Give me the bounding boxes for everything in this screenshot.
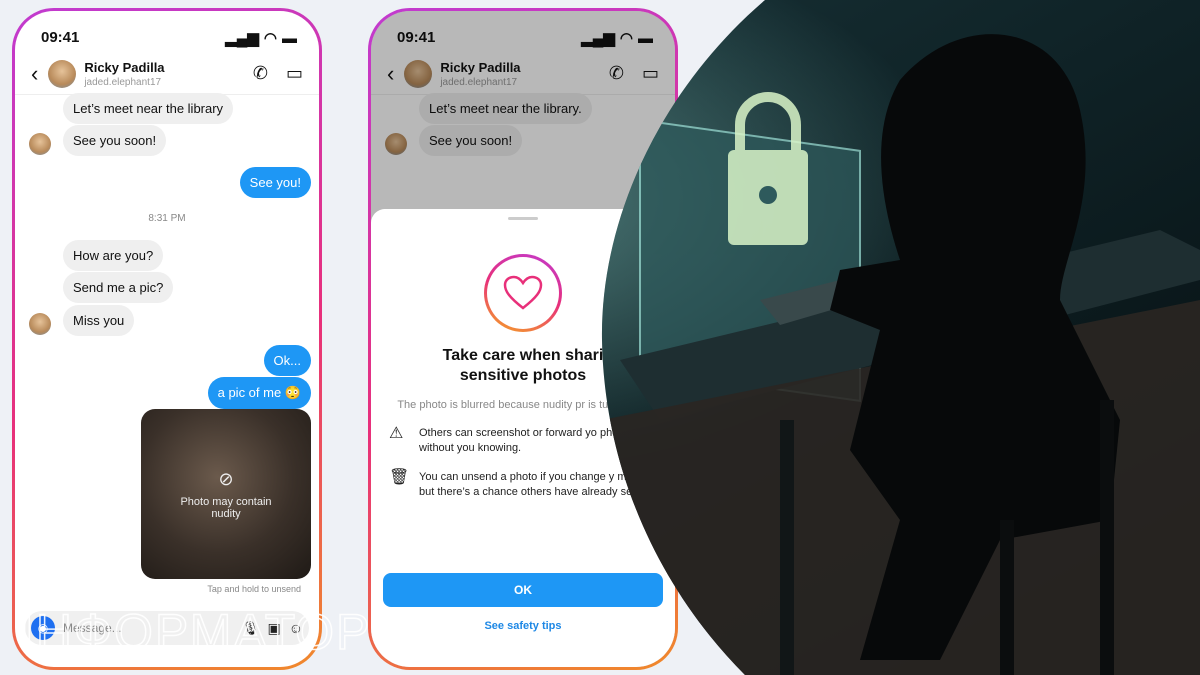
trash-icon: 🗑 — [389, 469, 410, 486]
warning-item: 🗑 You can unsend a photo if you change y … — [389, 469, 657, 499]
message-in: Send me a pic? — [63, 272, 174, 303]
safety-tips-link[interactable]: See safety tips — [371, 620, 675, 632]
warning-item: ⚠ Others can screenshot or forward yo pho… — [389, 425, 633, 455]
message-in: Miss you — [63, 305, 135, 336]
wifi-icon: ◠ — [263, 30, 277, 47]
message-in: How are you? — [63, 240, 164, 271]
contact-handle: jaded.elephant17 — [84, 76, 162, 88]
signal-icon: ▂▄▆ — [225, 30, 259, 47]
message-in: Let’s meet near the library — [63, 93, 234, 124]
unsend-hint: Tap and hold to unsend — [207, 584, 301, 594]
sheet-title: Take care when shari sensitive photos — [442, 347, 604, 384]
message-in: See you soon! — [63, 125, 167, 156]
message-out: a pic of me 😳 — [207, 377, 311, 409]
status-time: 09:41 — [41, 29, 80, 46]
phone-call-icon[interactable]: ✆ — [253, 63, 268, 84]
photo-warning-label: Photo may contain nudity — [180, 495, 272, 520]
back-icon[interactable]: ‹ — [31, 61, 38, 87]
avatar — [29, 133, 51, 155]
warning-icon: ⚠ — [389, 425, 404, 442]
message-out: Ok... — [263, 345, 311, 376]
chat-header: ‹ Ricky Padilla jaded.elephant17 ✆ ▭ — [15, 53, 319, 95]
eye-off-icon: ⊘ — [218, 468, 234, 489]
timestamp: 8:31 PM — [148, 213, 186, 224]
safety-bottom-sheet: Take care when shari sensitive photos The… — [371, 209, 675, 667]
status-bar: 09:41 ▂▄▆ ◠ ▬ — [41, 29, 297, 47]
blurred-photo[interactable]: ⊘ Photo may contain nudity — [141, 409, 311, 579]
avatar — [29, 313, 51, 335]
ok-button[interactable]: OK — [383, 573, 663, 607]
message-out: See you! — [239, 167, 311, 198]
contact-name[interactable]: Ricky Padilla — [84, 60, 164, 75]
heart-icon — [484, 254, 562, 332]
watermark-logo: ІНФОРМАТОР — [19, 603, 372, 661]
avatar[interactable] — [48, 59, 77, 88]
sheet-handle[interactable] — [508, 217, 538, 220]
phone-warning: 09:41 ▂▄▆ ◠ ▬ ‹ Ricky Padilla jaded.elephant… — [368, 8, 678, 670]
sheet-subtitle: The photo is blurred because nudity pr i… — [397, 399, 649, 411]
battery-icon: ▬ — [282, 29, 297, 47]
phone-chat: 09:41 ▂▄▆ ◠ ▬ ‹ Ricky Padilla jaded.elephant… — [12, 8, 322, 670]
video-call-icon[interactable]: ▭ — [286, 63, 303, 84]
